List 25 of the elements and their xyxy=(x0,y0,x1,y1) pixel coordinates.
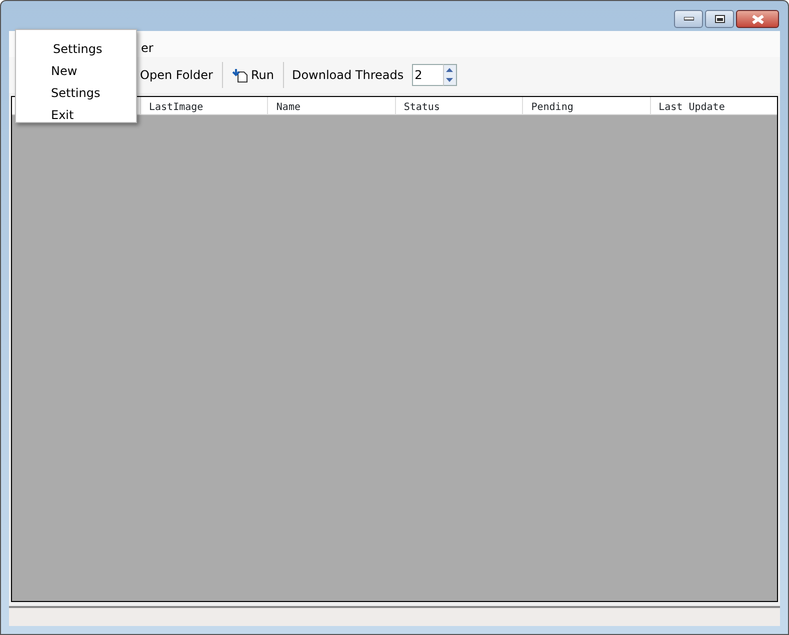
column-header[interactable]: Status xyxy=(394,97,522,114)
menu-header: Settings xyxy=(53,41,104,58)
spin-down-button[interactable] xyxy=(444,75,456,85)
maximize-button[interactable] xyxy=(705,10,734,28)
threads-label: Download Threads xyxy=(290,67,405,84)
toolbar-button[interactable]: Run xyxy=(226,64,279,86)
minimize-icon xyxy=(684,17,694,21)
up-arrow-icon xyxy=(446,68,454,72)
number-field[interactable]: 2 xyxy=(412,64,443,86)
column-header[interactable]: Last Update xyxy=(650,97,778,114)
menu-item[interactable]: Settings xyxy=(51,82,136,104)
close-button[interactable] xyxy=(736,10,779,28)
column-header[interactable]: Pending xyxy=(522,97,650,114)
menu-item[interactable]: New xyxy=(51,60,136,82)
menu-item[interactable]: er xyxy=(141,39,154,57)
down-arrow-icon xyxy=(446,78,454,82)
minimize-button[interactable] xyxy=(674,10,703,28)
column-header[interactable]: LastImage xyxy=(140,97,268,114)
column-header[interactable]: Name xyxy=(267,97,395,114)
menu-item[interactable]: Exit xyxy=(51,104,136,126)
spin-up-button[interactable] xyxy=(444,65,456,75)
run-icon xyxy=(232,68,248,82)
close-icon xyxy=(752,14,764,24)
toolbar-button[interactable]: Open Folder xyxy=(135,64,218,86)
maximize-icon xyxy=(714,15,724,23)
